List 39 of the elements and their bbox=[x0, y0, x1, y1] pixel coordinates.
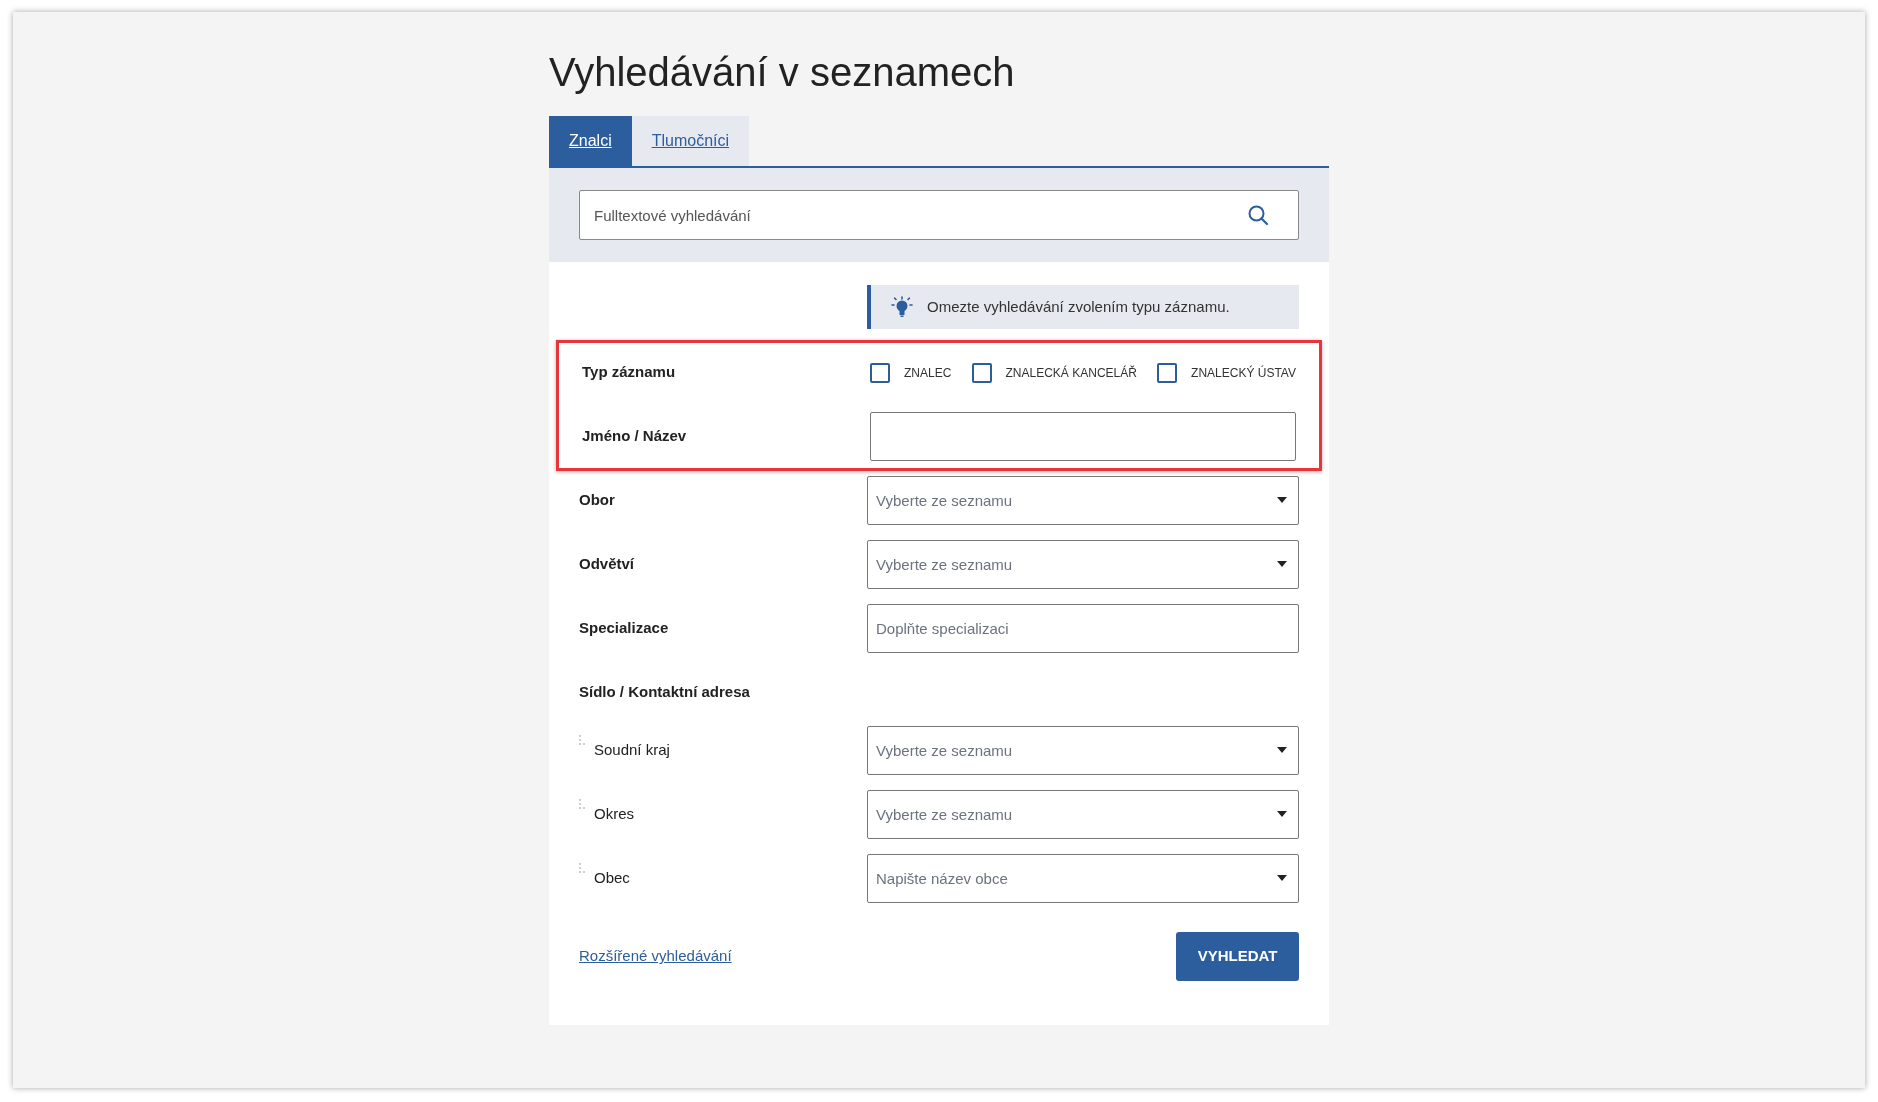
dropdown-field[interactable]: Vyberte ze seznamu bbox=[867, 476, 1299, 525]
drag-handle-icon bbox=[579, 735, 586, 746]
dropdown-field[interactable]: Vyberte ze seznamu bbox=[867, 790, 1299, 839]
text-field[interactable]: Doplňte specializaci bbox=[867, 604, 1299, 653]
text-field[interactable] bbox=[870, 412, 1296, 461]
tab[interactable]: Znalci bbox=[549, 116, 632, 166]
dropdown-caret-icon bbox=[1277, 561, 1287, 567]
dropdown-field[interactable]: Napište název obce bbox=[867, 854, 1299, 903]
checkbox-label: ZNALECKÁ KANCELÁŘ bbox=[1005, 364, 1137, 382]
checkbox[interactable] bbox=[870, 362, 890, 383]
field-label: Obec bbox=[594, 868, 630, 889]
page-title: Vyhledávání v seznamech bbox=[549, 49, 1016, 96]
checkbox-label: ZNALEC bbox=[904, 364, 952, 382]
search-field[interactable]: Fulltextové vyhledávání bbox=[579, 190, 1299, 240]
dropdown-caret-icon bbox=[1277, 497, 1287, 503]
dropdown-field[interactable]: Vyberte ze seznamu bbox=[867, 540, 1299, 589]
advanced-search-link[interactable]: Rozšířené vyhledávání bbox=[579, 945, 732, 968]
search-button[interactable]: VYHLEDAT bbox=[1176, 932, 1299, 981]
field-label: Specializace bbox=[579, 618, 669, 639]
tab[interactable]: Tlumočníci bbox=[631, 116, 750, 166]
dropdown-caret-icon bbox=[1277, 747, 1287, 753]
field-label: Okres bbox=[594, 804, 634, 825]
field-label: Typ záznamu bbox=[582, 362, 676, 383]
hint-text: Omezte vyhledávání zvolením typu záznamu. bbox=[927, 296, 1230, 317]
drag-handle-icon bbox=[579, 863, 586, 874]
dropdown-caret-icon bbox=[1277, 875, 1287, 881]
dropdown-field[interactable]: Vyberte ze seznamu bbox=[867, 726, 1299, 775]
field-label: Obor bbox=[579, 490, 615, 511]
lightbulb-icon bbox=[891, 296, 913, 318]
field-label: Sídlo / Kontaktní adresa bbox=[579, 682, 750, 703]
checkbox-label: ZNALECKÝ ÚSTAV bbox=[1191, 364, 1296, 382]
field-label: Odvětví bbox=[579, 554, 635, 575]
field-label: Jméno / Název bbox=[582, 426, 687, 447]
search-icon[interactable] bbox=[1247, 204, 1269, 226]
checkbox[interactable] bbox=[1157, 362, 1178, 383]
drag-handle-icon bbox=[579, 799, 586, 810]
field-label: Soudní kraj bbox=[594, 740, 670, 761]
checkbox[interactable] bbox=[971, 362, 992, 383]
dropdown-caret-icon bbox=[1277, 811, 1287, 817]
